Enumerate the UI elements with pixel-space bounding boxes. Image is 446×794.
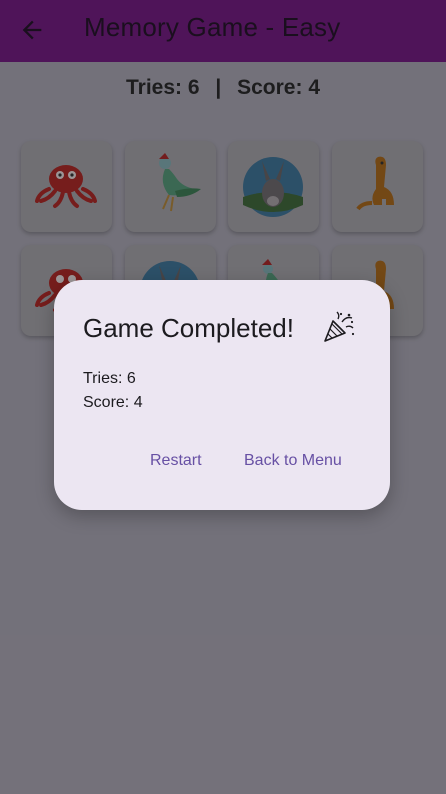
page-title: Memory Game - Easy	[84, 12, 341, 42]
restart-button[interactable]: Restart	[150, 452, 202, 470]
dialog-tries: Tries: 6	[83, 370, 136, 387]
party-popper-icon	[324, 311, 355, 342]
app-bar: Memory Game - Easy	[0, 0, 446, 62]
dialog-score: Score: 4	[83, 394, 143, 411]
dialog-title: Game Completed!	[83, 313, 294, 343]
game-completed-dialog: Game Completed! Tries: 6 Score: 4 Restar…	[54, 280, 390, 510]
back-to-menu-button[interactable]: Back to Menu	[244, 452, 342, 470]
back-arrow-icon[interactable]	[18, 16, 46, 44]
